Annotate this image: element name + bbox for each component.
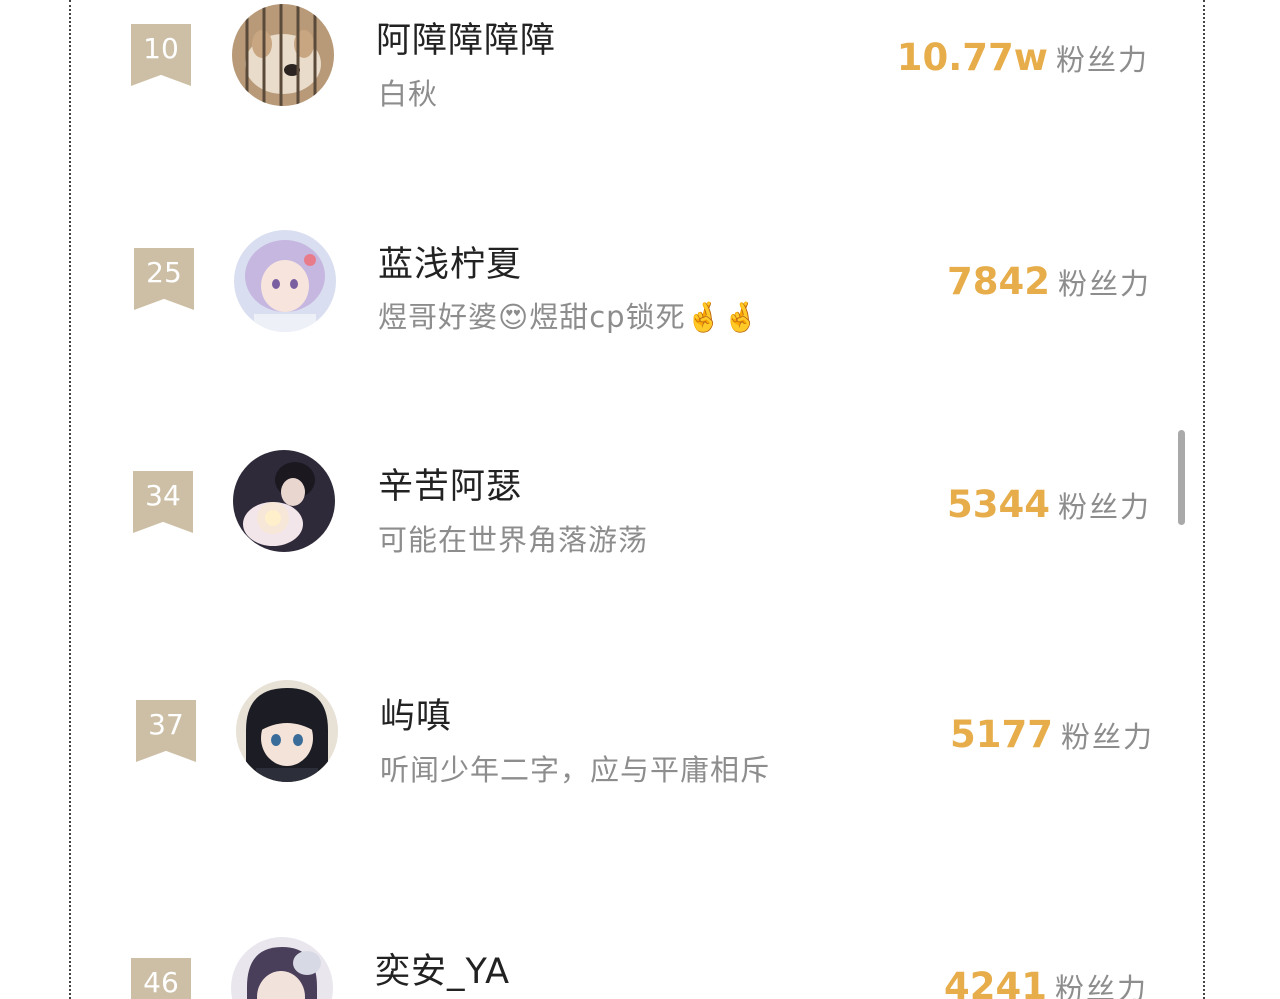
dog-avatar-icon bbox=[232, 4, 334, 106]
avatar[interactable] bbox=[232, 4, 334, 106]
list-item[interactable]: 25 蓝浅柠夏 煜哥好婆😍煜甜cp锁死🤞🤞 7842 粉丝力 bbox=[0, 228, 1280, 338]
fans-power-value: 5177 bbox=[950, 713, 1053, 756]
user-name[interactable]: 屿嗔 bbox=[380, 688, 452, 739]
user-name[interactable]: 阿障障障障 bbox=[376, 12, 556, 63]
fans-power: 5177 粉丝力 bbox=[950, 713, 1154, 756]
rank-badge: 25 bbox=[134, 248, 194, 310]
rank-badge: 34 bbox=[133, 471, 193, 533]
user-bio: 可能在世界角落游荡 bbox=[378, 523, 649, 557]
fans-power-value: 10.77w bbox=[896, 36, 1048, 79]
avatar[interactable] bbox=[233, 450, 335, 552]
list-item[interactable]: 37 屿嗔 听闻少年二字，应与平庸相斥 5177 粉丝力 bbox=[0, 680, 1280, 790]
user-bio: 听闻少年二字，应与平庸相斥 bbox=[380, 753, 771, 787]
fans-power: 4241 粉丝力 bbox=[944, 965, 1148, 999]
list-item[interactable]: 46 奕安_YA 4241 粉丝力 bbox=[0, 935, 1280, 999]
fans-power: 10.77w 粉丝力 bbox=[897, 36, 1149, 79]
fans-power-value: 5344 bbox=[947, 483, 1050, 526]
anime-boy-avatar-icon bbox=[231, 937, 333, 999]
fans-power: 7842 粉丝力 bbox=[947, 260, 1151, 303]
user-bio: 煜哥好婆😍煜甜cp锁死🤞🤞 bbox=[378, 300, 760, 334]
fans-power-value: 7842 bbox=[947, 260, 1050, 303]
fans-power-unit: 粉丝力 bbox=[1055, 43, 1149, 77]
user-name[interactable]: 辛苦阿瑟 bbox=[378, 458, 522, 509]
rank-badge: 10 bbox=[131, 24, 191, 86]
rank-badge: 46 bbox=[131, 958, 191, 999]
fan-ranking-list: 10 阿障障障障 白秋 10.77w 粉丝力 25 蓝浅柠夏 煜哥好婆😍煜甜cp… bbox=[0, 0, 1280, 999]
fans-power-unit: 粉丝力 bbox=[1060, 720, 1154, 754]
user-name[interactable]: 奕安_YA bbox=[375, 943, 510, 994]
fans-power-unit: 粉丝力 bbox=[1054, 972, 1148, 999]
fans-power: 5344 粉丝力 bbox=[947, 483, 1151, 526]
avatar[interactable] bbox=[236, 680, 338, 782]
list-item[interactable]: 34 辛苦阿瑟 可能在世界角落游荡 5344 粉丝力 bbox=[0, 450, 1280, 560]
anime-boy-avatar-icon bbox=[236, 680, 338, 782]
anime-girl-avatar-icon bbox=[234, 230, 336, 332]
user-bio: 白秋 bbox=[378, 77, 439, 111]
avatar[interactable] bbox=[231, 937, 333, 999]
rank-badge: 37 bbox=[136, 700, 196, 762]
anime-couple-avatar-icon bbox=[233, 450, 335, 552]
list-item[interactable]: 10 阿障障障障 白秋 10.77w 粉丝力 bbox=[0, 0, 1280, 111]
avatar[interactable] bbox=[234, 230, 336, 332]
fans-power-unit: 粉丝力 bbox=[1057, 490, 1151, 524]
fans-power-value: 4241 bbox=[944, 965, 1047, 999]
fans-power-unit: 粉丝力 bbox=[1057, 267, 1151, 301]
user-name[interactable]: 蓝浅柠夏 bbox=[378, 236, 522, 287]
